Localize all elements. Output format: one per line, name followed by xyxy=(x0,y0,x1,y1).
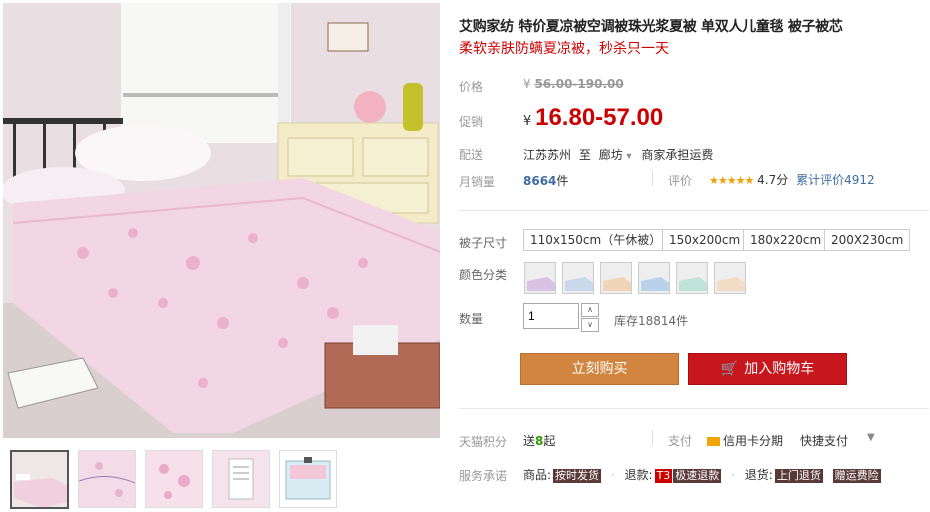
thumbnail[interactable] xyxy=(212,450,270,508)
divider xyxy=(459,210,929,211)
thumbnail-strip xyxy=(10,450,440,510)
t3-badge: T3 xyxy=(654,469,673,483)
quick-pay-label: 快捷支付 xyxy=(800,434,849,448)
main-product-image xyxy=(3,3,440,438)
quantity-label: 数量 xyxy=(459,312,484,326)
price-label: 价格 xyxy=(459,80,484,94)
size-option-150x200[interactable]: 150x200cm xyxy=(662,229,748,251)
size-option-110x150[interactable]: 110x150cm（午休被） xyxy=(523,229,669,251)
color-swatch[interactable] xyxy=(676,262,708,294)
color-swatch[interactable] xyxy=(714,262,746,294)
product-info: 艾购家纺 特价夏凉被空调被珠光浆夏被 单双人儿童毯 被子被芯 柔软亲肤防螨夏凉被… xyxy=(459,0,929,512)
credit-installment[interactable]: 信用卡分期 xyxy=(707,432,783,449)
cart-icon: 🛒 xyxy=(720,361,739,377)
size-option-180x220[interactable]: 180x220cm xyxy=(743,229,829,251)
credit-label: 信用卡分期 xyxy=(723,434,784,448)
thumbnail[interactable] xyxy=(78,450,136,508)
service-badge: 按时发货 xyxy=(553,469,602,483)
rating-label: 评价 xyxy=(668,174,693,188)
points-label: 天猫积分 xyxy=(459,435,508,449)
points-pre: 送 xyxy=(523,434,536,448)
service-return: 退货: xyxy=(744,468,773,482)
ship-to-word: 至 xyxy=(578,148,591,162)
sales-number: 8664 xyxy=(523,174,557,188)
chevron-down-icon: ▾ xyxy=(626,151,632,162)
color-swatch[interactable] xyxy=(638,262,670,294)
service-badge: 上门退货 xyxy=(774,469,823,483)
divider xyxy=(459,408,929,409)
color-swatch[interactable] xyxy=(524,262,556,294)
thumbnail[interactable] xyxy=(10,450,69,509)
thumbnail[interactable] xyxy=(279,450,337,508)
promo-price: ¥ 16.80-57.00 xyxy=(523,104,663,132)
quantity-increase-button[interactable]: ∧ xyxy=(581,303,599,317)
buy-now-button[interactable]: 立刻购买 xyxy=(520,353,679,385)
rating: ★★★★★ 4.7分 累计评价4912 xyxy=(709,171,875,188)
service-promises: 商品: 按时发货 · 退款: T3 极速退款 · 退货: 上门退货 赠运费险 xyxy=(523,468,881,483)
rating-score: 4.7分 xyxy=(757,173,789,187)
service-badge: 极速退款 xyxy=(673,469,722,483)
promo-price-value: 16.80-57.00 xyxy=(535,104,664,131)
sales-count: 8664件 xyxy=(523,172,568,189)
thumbnail[interactable] xyxy=(145,450,203,508)
shipping-label: 配送 xyxy=(459,148,484,162)
sales-label: 月销量 xyxy=(459,175,496,189)
color-swatch[interactable] xyxy=(562,262,594,294)
star-icons: ★★★★★ xyxy=(709,174,754,187)
points-post: 起 xyxy=(543,434,556,448)
product-title: 艾购家纺 特价夏凉被空调被珠光浆夏被 单双人儿童毯 被子被芯 xyxy=(459,19,843,35)
ship-to-city: 廊坊 xyxy=(598,148,623,162)
promo-label: 促销 xyxy=(459,115,484,129)
quantity-input[interactable] xyxy=(523,303,579,329)
divider xyxy=(652,430,653,446)
original-price: ¥ 56.00-190.00 xyxy=(523,77,624,91)
service-goods: 商品: xyxy=(523,468,552,482)
quantity-decrease-button[interactable]: ∨ xyxy=(581,318,599,332)
quick-pay[interactable]: 快捷支付 xyxy=(800,432,848,449)
shipping-note: 商家承担运费 xyxy=(641,148,714,162)
stock-count: 库存18814件 xyxy=(614,314,689,328)
service-refund: 退款: xyxy=(624,468,653,482)
sales-unit: 件 xyxy=(556,174,569,188)
chevron-down-icon[interactable]: ▼ xyxy=(867,432,875,443)
currency-symbol: ¥ xyxy=(523,77,531,91)
shipping-info: 江苏苏州 至 廊坊 ▾ 商家承担运费 xyxy=(523,146,713,163)
size-label: 被子尺寸 xyxy=(459,236,508,250)
service-label: 服务承诺 xyxy=(459,469,508,483)
review-count-link[interactable]: 累计评价4912 xyxy=(796,173,875,187)
points-info: 送8起 xyxy=(523,432,555,449)
original-price-value: 56.00-190.00 xyxy=(534,77,624,91)
promo-currency: ¥ xyxy=(523,114,532,129)
add-to-cart-label: 加入购物车 xyxy=(744,361,815,377)
credit-card-icon xyxy=(707,437,720,446)
divider xyxy=(652,170,653,186)
ship-from: 江苏苏州 xyxy=(523,148,572,162)
service-badge: 赠运费险 xyxy=(832,469,881,483)
color-label: 颜色分类 xyxy=(459,268,508,282)
ship-to-select[interactable]: 廊坊 ▾ xyxy=(599,148,632,162)
size-option-200x230[interactable]: 200X230cm xyxy=(824,229,911,251)
product-subtitle: 柔软亲肤防螨夏凉被，秒杀只一天 xyxy=(459,41,669,57)
color-swatch[interactable] xyxy=(600,262,632,294)
product-gallery xyxy=(0,0,442,512)
add-to-cart-button[interactable]: 🛒 加入购物车 xyxy=(688,353,847,385)
pay-label: 支付 xyxy=(668,434,693,448)
